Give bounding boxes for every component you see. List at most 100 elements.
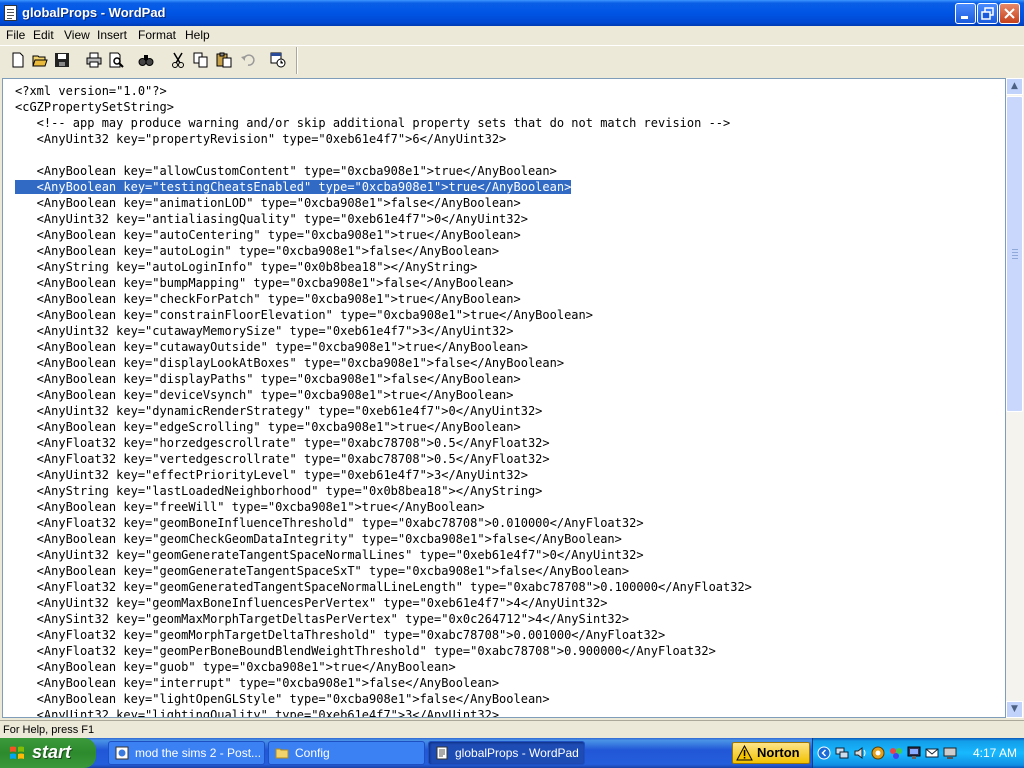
save-button[interactable] (54, 52, 70, 68)
paste-button[interactable] (216, 52, 232, 68)
line-text: <AnyBoolean key="cutawayOutside" type="0… (15, 340, 528, 354)
network-monitor-icon[interactable] (907, 746, 921, 760)
task-label: Config (295, 746, 330, 760)
down-arrow-icon: ▼ (1011, 704, 1018, 714)
text-line[interactable] (15, 147, 752, 163)
line-text: <AnyUint32 key="dynamicRenderStrategy" t… (15, 404, 543, 418)
text-line[interactable]: <AnyBoolean key="bumpMapping" type="0xcb… (15, 275, 752, 291)
text-line[interactable]: <AnyBoolean key="lightOpenGLStyle" type=… (15, 691, 752, 707)
new-button[interactable] (10, 52, 26, 68)
text-line[interactable]: <AnyUint32 key="geomGenerateTangentSpace… (15, 547, 752, 563)
network-icon[interactable] (835, 746, 849, 760)
status-text: For Help, press F1 (3, 724, 95, 736)
text-line[interactable]: <AnyBoolean key="guob" type="0xcba908e1"… (15, 659, 752, 675)
vertical-scrollbar[interactable]: ▲ ▼ (1006, 78, 1024, 718)
text-line[interactable]: <AnyBoolean key="animationLOD" type="0xc… (15, 195, 752, 211)
chevron-left-icon[interactable] (817, 746, 831, 760)
menu-help[interactable]: Help (185, 28, 210, 42)
minimize-button[interactable] (955, 3, 976, 24)
text-line[interactable]: <AnyBoolean key="displayLookAtBoxes" typ… (15, 355, 752, 371)
text-line[interactable]: <AnyUint32 key="antialiasingQuality" typ… (15, 211, 752, 227)
open-icon (32, 55, 48, 67)
print-button[interactable] (86, 52, 102, 68)
undo-button[interactable] (240, 52, 256, 68)
text-line[interactable]: <AnyBoolean key="interrupt" type="0xcba9… (15, 675, 752, 691)
text-line[interactable]: <AnyBoolean key="checkForPatch" type="0x… (15, 291, 752, 307)
menu-edit[interactable]: Edit (33, 28, 54, 42)
display-icon[interactable] (889, 746, 903, 760)
wordpad-icon (436, 746, 448, 760)
task-wordpad[interactable]: globalProps - WordPad (428, 741, 585, 765)
text-line[interactable]: <AnyBoolean key="geomCheckGeomDataIntegr… (15, 531, 752, 547)
text-line[interactable]: <AnyUint32 key="propertyRevision" type="… (15, 131, 752, 147)
print-preview-button[interactable] (108, 52, 124, 68)
menu-bar: File Edit View Insert Format Help (0, 26, 1024, 46)
menu-format[interactable]: Format (138, 28, 176, 42)
text-line[interactable]: <AnyBoolean key="constrainFloorElevation… (15, 307, 752, 323)
document-editor[interactable]: <?xml version="1.0"?> <cGZPropertySetStri… (2, 78, 1006, 718)
text-line[interactable]: <AnyFloat32 key="geomMorphTargetDeltaThr… (15, 627, 752, 643)
line-text: <AnyBoolean key="deviceVsynch" type="0xc… (15, 388, 514, 402)
text-line[interactable]: <AnyBoolean key="edgeScrolling" type="0x… (15, 419, 752, 435)
line-text: <AnyFloat32 key="vertedgescrollrate" typ… (15, 452, 550, 466)
text-line[interactable]: <?xml version="1.0"?> (15, 83, 752, 99)
text-line[interactable]: <AnyUint32 key="geomMaxBoneInfluencesPer… (15, 595, 752, 611)
text-line[interactable]: <!-- app may produce warning and/or skip… (15, 115, 752, 131)
text-line[interactable]: <AnyFloat32 key="geomBoneInfluenceThresh… (15, 515, 752, 531)
taskbar: start mod the sims 2 - Post... Config gl… (0, 738, 1024, 768)
menu-view[interactable]: View (64, 28, 90, 42)
monitor-icon[interactable] (943, 746, 957, 760)
menu-file[interactable]: File (6, 28, 25, 42)
text-line[interactable]: <AnyBoolean key="displayPaths" type="0xc… (15, 371, 752, 387)
text-line[interactable]: <cGZPropertySetString> (15, 99, 752, 115)
start-button[interactable]: start (0, 738, 96, 768)
text-line[interactable]: <AnyString key="lastLoadedNeighborhood" … (15, 483, 752, 499)
security-icon[interactable] (871, 746, 885, 760)
status-bar: For Help, press F1 (0, 720, 1024, 739)
copy-button[interactable] (193, 52, 209, 68)
close-button[interactable] (999, 3, 1020, 24)
scrollbar-thumb[interactable] (1006, 96, 1023, 412)
print-icon (86, 52, 102, 68)
text-line[interactable]: <AnyUint32 key="dynamicRenderStrategy" t… (15, 403, 752, 419)
text-line[interactable]: <AnyString key="autoLoginInfo" type="0x0… (15, 259, 752, 275)
text-line[interactable]: <AnyBoolean key="autoCentering" type="0x… (15, 227, 752, 243)
text-line[interactable]: <AnyUint32 key="cutawayMemorySize" type=… (15, 323, 752, 339)
text-line[interactable]: <AnySint32 key="geomMaxMorphTargetDeltas… (15, 611, 752, 627)
selected-text-line[interactable]: <AnyBoolean key="testingCheatsEnabled" t… (15, 179, 752, 195)
find-button[interactable] (138, 52, 154, 68)
cut-button[interactable] (170, 52, 186, 68)
restore-button[interactable] (977, 3, 998, 24)
open-button[interactable] (32, 52, 48, 68)
text-line[interactable]: <AnyFloat32 key="vertedgescrollrate" typ… (15, 451, 752, 467)
scroll-down-button[interactable]: ▼ (1006, 701, 1023, 718)
text-line[interactable]: <AnyUint32 key="lightingQuality" type="0… (15, 707, 752, 717)
wordpad-document-icon[interactable] (4, 5, 17, 21)
volume-icon[interactable] (853, 746, 867, 760)
title-bar[interactable]: globalProps - WordPad (0, 0, 1024, 26)
task-browser[interactable]: mod the sims 2 - Post... (108, 741, 265, 765)
text-line[interactable]: <AnyBoolean key="cutawayOutside" type="0… (15, 339, 752, 355)
clock[interactable]: 4:17 AM (973, 746, 1017, 760)
text-line[interactable]: <AnyBoolean key="autoLogin" type="0xcba9… (15, 243, 752, 259)
date-time-button[interactable] (270, 52, 286, 68)
menu-insert[interactable]: Insert (97, 28, 127, 42)
text-line[interactable]: <AnyUint32 key="effectPriorityLevel" typ… (15, 467, 752, 483)
task-label: globalProps - WordPad (455, 746, 579, 760)
document-text[interactable]: <?xml version="1.0"?> <cGZPropertySetStri… (15, 83, 752, 717)
text-line[interactable]: <AnyBoolean key="allowCustomContent" typ… (15, 163, 752, 179)
task-config-folder[interactable]: Config (268, 741, 425, 765)
norton-button[interactable]: Norton (732, 742, 810, 764)
text-line[interactable]: <AnyFloat32 key="horzedgescrollrate" typ… (15, 435, 752, 451)
text-line[interactable]: <AnyFloat32 key="geomPerBoneBoundBlendWe… (15, 643, 752, 659)
text-line[interactable]: <AnyBoolean key="geomGenerateTangentSpac… (15, 563, 752, 579)
line-text: <AnyString key="autoLoginInfo" type="0x0… (15, 260, 478, 274)
text-line[interactable]: <AnyFloat32 key="geomGeneratedTangentSpa… (15, 579, 752, 595)
line-text: <!-- app may produce warning and/or skip… (15, 116, 731, 130)
text-line[interactable]: <AnyBoolean key="deviceVsynch" type="0xc… (15, 387, 752, 403)
text-line[interactable]: <AnyBoolean key="freeWill" type="0xcba90… (15, 499, 752, 515)
date-time-icon (270, 52, 286, 68)
warning-icon (736, 745, 753, 761)
mail-icon[interactable] (925, 746, 939, 760)
scroll-up-button[interactable]: ▲ (1006, 78, 1023, 95)
